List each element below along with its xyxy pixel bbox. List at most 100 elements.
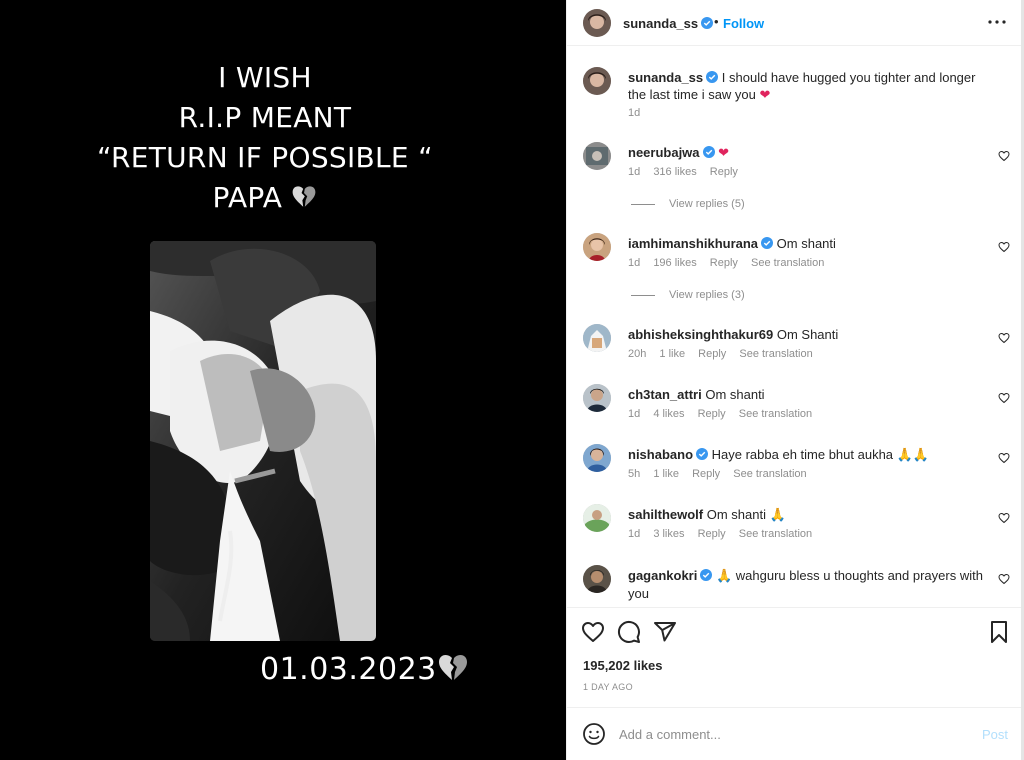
avatar-image bbox=[583, 9, 611, 37]
comment-username[interactable]: nishabano bbox=[628, 447, 693, 462]
avatar[interactable] bbox=[583, 142, 611, 170]
verified-badge-icon bbox=[706, 71, 719, 83]
quote-line-4-text: PAPA bbox=[212, 181, 283, 214]
post-author-username[interactable]: sunanda_ss bbox=[623, 16, 714, 31]
view-replies-button[interactable]: View replies (3) bbox=[631, 289, 745, 301]
view-replies-label[interactable]: View replies (3) bbox=[669, 289, 745, 301]
reply-button[interactable]: Reply bbox=[692, 468, 720, 480]
comment-username[interactable]: iamhimanshikhurana bbox=[628, 236, 758, 251]
praying-hands-emoji-icon: 🙏🙏 bbox=[896, 448, 930, 463]
comment-body: neerubajwa ❤ bbox=[628, 144, 983, 162]
reply-button[interactable]: Reply bbox=[698, 408, 726, 420]
likes-count[interactable]: 195,202 likes bbox=[583, 658, 663, 673]
comment-username[interactable]: gagankokri bbox=[628, 568, 697, 583]
quote-line-3: “RETURN IF POSSIBLE “ bbox=[97, 141, 433, 174]
share-icon[interactable] bbox=[653, 620, 677, 644]
comment-item: sahilthewolf Om shanti 🙏 1d 3 likes Repl… bbox=[567, 504, 1023, 544]
comment-username[interactable]: ch3tan_attri bbox=[628, 387, 702, 402]
like-comment-heart-icon[interactable] bbox=[998, 573, 1010, 585]
see-translation-button[interactable]: See translation bbox=[739, 348, 812, 360]
avatar[interactable] bbox=[583, 324, 611, 352]
avatar[interactable] bbox=[583, 233, 611, 261]
comment-likes[interactable]: 316 likes bbox=[653, 166, 696, 178]
comment-likes[interactable]: 1 like bbox=[659, 348, 685, 360]
comment-icon[interactable] bbox=[617, 620, 641, 644]
verified-badge-icon bbox=[700, 569, 713, 581]
praying-hands-emoji-icon: 🙏 bbox=[769, 508, 786, 523]
caption-time[interactable]: 1d bbox=[628, 107, 640, 119]
post-sidebar: sunanda_ss • Follow sunanda_ss I should … bbox=[566, 0, 1023, 760]
comment-likes[interactable]: 196 likes bbox=[653, 257, 696, 269]
post-author-name[interactable]: sunanda_ss bbox=[623, 16, 698, 31]
post-header: sunanda_ss • Follow bbox=[567, 0, 1023, 46]
post-caption: sunanda_ss I should have hugged you tigh… bbox=[567, 67, 1023, 127]
comment-text: Om shanti bbox=[706, 507, 766, 522]
caption-meta: 1d bbox=[628, 107, 650, 119]
post-comment-button[interactable]: Post bbox=[982, 727, 1008, 742]
reply-button[interactable]: Reply bbox=[710, 257, 738, 269]
comment-username[interactable]: neerubajwa bbox=[628, 145, 700, 160]
comment-meta: 1d 4 likes Reply See translation bbox=[628, 408, 822, 420]
post-actions: 195,202 likes 1 DAY AGO bbox=[567, 607, 1023, 707]
comment-likes[interactable]: 3 likes bbox=[653, 528, 684, 540]
more-options-icon[interactable] bbox=[985, 12, 1009, 32]
avatar-image bbox=[583, 324, 611, 352]
comment-item: iamhimanshikhurana Om shanti 1d 196 like… bbox=[567, 233, 1023, 303]
comment-username[interactable]: abhisheksinghthakur69 bbox=[628, 327, 773, 342]
avatar[interactable] bbox=[583, 565, 611, 593]
post-media[interactable]: I WISH R.I.P MEANT “RETURN IF POSSIBLE “… bbox=[0, 0, 566, 760]
view-replies-button[interactable]: View replies (5) bbox=[631, 198, 745, 210]
reply-button[interactable]: Reply bbox=[698, 348, 726, 360]
like-comment-heart-icon[interactable] bbox=[998, 392, 1010, 404]
comment-likes[interactable]: 1 like bbox=[653, 468, 679, 480]
see-translation-button[interactable]: See translation bbox=[751, 257, 824, 269]
like-heart-icon[interactable] bbox=[581, 620, 605, 644]
like-comment-heart-icon[interactable] bbox=[998, 241, 1010, 253]
caption-username[interactable]: sunanda_ss bbox=[628, 70, 703, 85]
like-comment-heart-icon[interactable] bbox=[998, 512, 1010, 524]
comment-body: abhisheksinghthakur69 Om Shanti bbox=[628, 326, 983, 343]
avatar[interactable] bbox=[583, 384, 611, 412]
add-comment-input[interactable] bbox=[619, 722, 959, 746]
avatar[interactable] bbox=[583, 504, 611, 532]
comment-time[interactable]: 5h bbox=[628, 468, 640, 480]
avatar[interactable] bbox=[583, 9, 611, 37]
avatar[interactable] bbox=[583, 67, 611, 95]
caption-body: sunanda_ss I should have hugged you tigh… bbox=[628, 69, 983, 104]
comment-time[interactable]: 20h bbox=[628, 348, 646, 360]
like-comment-heart-icon[interactable] bbox=[998, 332, 1010, 344]
comment-time[interactable]: 1d bbox=[628, 257, 640, 269]
follow-button[interactable]: Follow bbox=[723, 16, 764, 31]
broken-heart-icon bbox=[293, 186, 316, 207]
reply-button[interactable]: Reply bbox=[698, 528, 726, 540]
comment-time[interactable]: 1d bbox=[628, 528, 640, 540]
comment-meta: 1d 3 likes Reply See translation bbox=[628, 528, 822, 540]
comment-body: gagankokri 🙏 wahguru bless u thoughts an… bbox=[628, 567, 983, 602]
separator-dot: • bbox=[714, 14, 719, 29]
post-timestamp[interactable]: 1 DAY AGO bbox=[583, 682, 633, 692]
comment-time[interactable]: 1d bbox=[628, 408, 640, 420]
see-translation-button[interactable]: See translation bbox=[733, 468, 806, 480]
comment-time[interactable]: 1d bbox=[628, 166, 640, 178]
comments-list[interactable]: sunanda_ss I should have hugged you tigh… bbox=[567, 47, 1023, 607]
see-translation-button[interactable]: See translation bbox=[739, 528, 812, 540]
replies-divider bbox=[631, 203, 655, 205]
red-heart-emoji-icon: ❤ bbox=[759, 88, 771, 103]
like-comment-heart-icon[interactable] bbox=[998, 452, 1010, 464]
see-translation-button[interactable]: See translation bbox=[739, 408, 812, 420]
comment-username[interactable]: sahilthewolf bbox=[628, 507, 703, 522]
post-quote: I WISH R.I.P MEANT “RETURN IF POSSIBLE “… bbox=[0, 58, 530, 218]
avatar[interactable] bbox=[583, 444, 611, 472]
save-bookmark-icon[interactable] bbox=[987, 620, 1011, 644]
like-comment-heart-icon[interactable] bbox=[998, 150, 1010, 162]
avatar-image bbox=[583, 444, 611, 472]
comment-item: nishabano Haye rabba eh time bhut aukha … bbox=[567, 444, 1023, 484]
comment-likes[interactable]: 4 likes bbox=[653, 408, 684, 420]
comment-body: iamhimanshikhurana Om shanti bbox=[628, 235, 983, 252]
reply-button[interactable]: Reply bbox=[710, 166, 738, 178]
view-replies-label[interactable]: View replies (5) bbox=[669, 198, 745, 210]
avatar-image bbox=[583, 565, 611, 593]
emoji-picker-icon[interactable] bbox=[582, 722, 606, 746]
red-heart-emoji-icon: ❤ bbox=[718, 146, 730, 161]
comment-body: nishabano Haye rabba eh time bhut aukha … bbox=[628, 446, 983, 464]
